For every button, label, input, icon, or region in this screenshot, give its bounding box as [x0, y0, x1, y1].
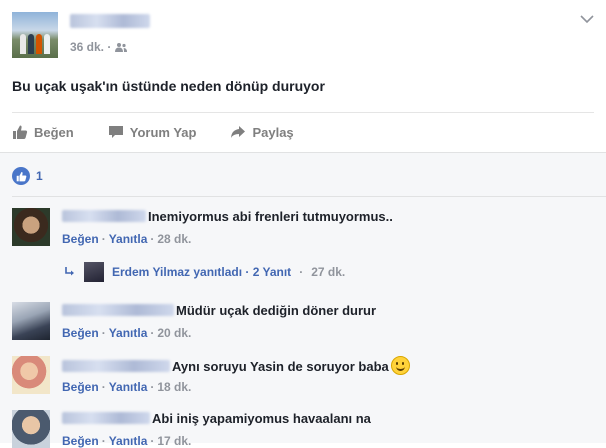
reply-summary-text: Erdem Yilmaz yanıtladı · 2 Yanıt — [112, 265, 292, 279]
author-avatar[interactable] — [12, 12, 58, 58]
chevron-down-icon[interactable] — [580, 14, 594, 24]
comment-body: Müdür uçak dediğin döner durur Beğen · Yan… — [62, 302, 376, 340]
comment-button[interactable]: Yorum Yap — [108, 122, 197, 142]
comment-time[interactable]: 17 dk. — [157, 434, 191, 448]
comment-like-link[interactable]: Beğen — [62, 434, 99, 448]
comment-time[interactable]: 28 dk. — [157, 232, 191, 246]
comment-text: Inemiyormus abi frenleri tutmuyormus.. — [148, 209, 393, 224]
commenter-avatar[interactable] — [12, 410, 50, 448]
replier-avatar — [84, 262, 104, 282]
share-arrow-icon — [231, 126, 246, 138]
commenter-name-blurred[interactable] — [62, 360, 170, 372]
comment-like-link[interactable]: Beğen — [62, 380, 99, 394]
like-label: Beğen — [34, 124, 74, 140]
comment-time[interactable]: 18 dk. — [157, 380, 191, 394]
comment-body: Aynı soruyu Yasin de soruyor baba Beğen ·… — [62, 356, 410, 394]
comment-actions: Beğen · Yanıtla · 28 dk. — [62, 232, 192, 246]
commenter-name-blurred[interactable] — [62, 210, 146, 222]
comment-body: Abi iniş yapamiyomus havaalanı na Beğen ·… — [62, 410, 371, 448]
comment-text: Aynı soruyu Yasin de soruyor baba — [172, 359, 389, 374]
comment-text: Abi iniş yapamiyomus havaalanı na — [152, 411, 371, 426]
comment-like-link[interactable]: Beğen — [62, 326, 99, 340]
comment-reply-link[interactable]: Yanıtla — [109, 326, 148, 340]
post-actions: Beğen Yorum Yap Paylaş — [12, 122, 328, 142]
comment-line: Aynı soruyu Yasin de soruyor baba — [62, 356, 410, 375]
post-divider — [12, 112, 594, 113]
reply-arrow-icon — [65, 267, 74, 276]
comment-reply-link[interactable]: Yanıtla — [109, 380, 148, 394]
post-card: 36 dk. · Bu uçak uşak'ın üstünde neden d… — [0, 0, 606, 152]
commenter-avatar[interactable] — [12, 356, 50, 394]
like-reaction-icon — [12, 167, 30, 185]
meta-separator: · — [107, 40, 112, 54]
comment-line: Inemiyormus abi frenleri tutmuyormus.. — [62, 208, 393, 226]
friends-audience-icon[interactable] — [114, 42, 127, 52]
reply-summary-time: 27 dk. — [311, 265, 346, 279]
post-text: Bu uçak uşak'ın üstünde neden dönüp duru… — [12, 78, 325, 94]
thumbs-up-icon — [13, 125, 28, 139]
like-button[interactable]: Beğen — [12, 122, 74, 142]
comment-like-link[interactable]: Beğen — [62, 232, 99, 246]
reactions-summary[interactable]: 1 — [12, 167, 43, 185]
comment-line: Abi iniş yapamiyomus havaalanı na — [62, 410, 371, 428]
share-label: Paylaş — [252, 124, 294, 140]
comments-section: 1 — [0, 152, 606, 443]
comment-reply-link[interactable]: Yanıtla — [109, 232, 148, 246]
comment-icon — [108, 126, 123, 138]
author-name-blurred[interactable] — [70, 14, 150, 28]
comment-time[interactable]: 20 dk. — [157, 326, 191, 340]
smiley-emoji-icon — [390, 356, 410, 375]
reply-summary[interactable]: Erdem Yilmaz yanıtladı · 2 Yanıt · 27 dk… — [64, 262, 345, 282]
comments-divider — [12, 196, 606, 197]
comment-body: Inemiyormus abi frenleri tutmuyormus.. B… — [62, 208, 393, 246]
reaction-count: 1 — [36, 169, 43, 183]
commenter-avatar[interactable] — [12, 302, 50, 340]
comment-line: Müdür uçak dediğin döner durur — [62, 302, 376, 320]
comment-actions: Beğen · Yanıtla · 17 dk. — [62, 434, 192, 448]
commenter-name-blurred[interactable] — [62, 304, 174, 316]
post-time[interactable]: 36 dk. — [70, 40, 104, 54]
comment-label: Yorum Yap — [129, 124, 197, 140]
comment-actions: Beğen · Yanıtla · 18 dk. — [62, 380, 192, 394]
commenter-name-blurred[interactable] — [62, 412, 150, 424]
share-button[interactable]: Paylaş — [230, 122, 294, 142]
comment-text: Müdür uçak dediğin döner durur — [176, 303, 377, 318]
commenter-avatar[interactable] — [12, 208, 50, 246]
post-meta: 36 dk. · — [70, 40, 127, 54]
comment-actions: Beğen · Yanıtla · 20 dk. — [62, 326, 192, 340]
comment-reply-link[interactable]: Yanıtla — [109, 434, 148, 448]
